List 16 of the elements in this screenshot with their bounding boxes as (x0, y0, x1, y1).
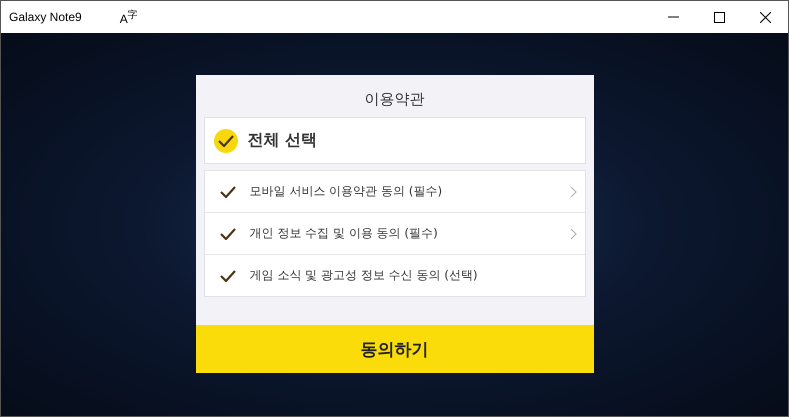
check-icon (218, 134, 234, 146)
language-button[interactable]: A$^{字}$ (116, 8, 142, 26)
minimize-icon (668, 16, 678, 18)
terms-item-label: 모바일 서비스 이용약관 동의 (필수) (250, 183, 444, 200)
select-all-label: 전체 선택 (248, 130, 318, 151)
check-icon[interactable] (220, 270, 236, 282)
window-title: Galaxy Note9 (9, 10, 82, 24)
terms-item-label: 게임 소식 및 광고성 정보 수신 동의 (선택) (250, 267, 479, 284)
check-icon[interactable] (220, 228, 236, 240)
agree-button[interactable]: 동의하기 (196, 325, 594, 373)
dialog-title: 이용약관 (364, 89, 426, 110)
maximize-icon (714, 12, 724, 22)
terms-item-label: 개인 정보 수집 및 이용 동의 (필수) (250, 225, 439, 242)
close-icon (760, 12, 770, 22)
select-all-checkbox[interactable] (214, 128, 238, 152)
check-icon[interactable] (220, 186, 236, 198)
